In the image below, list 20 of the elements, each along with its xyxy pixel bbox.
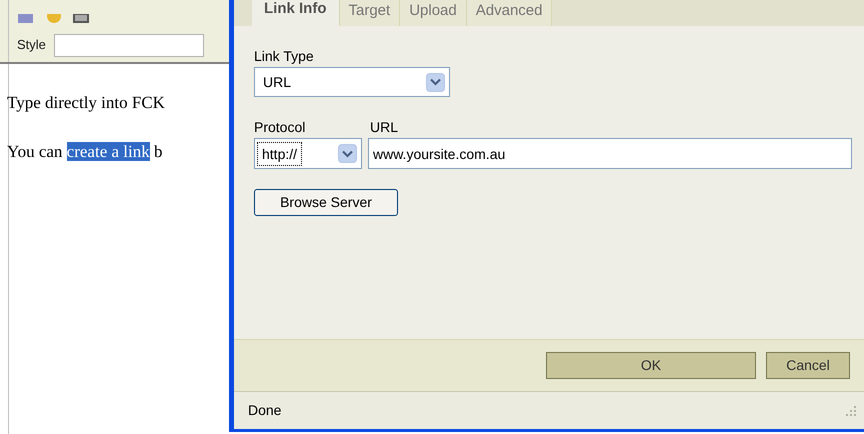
dialog-button[interactable]: OK (546, 352, 756, 379)
url-label: URL (369, 118, 400, 137)
tab[interactable]: Upload (400, 0, 467, 26)
style-field[interactable] (54, 34, 204, 56)
style-label: Style (17, 36, 46, 54)
tab[interactable]: Advanced (466, 0, 552, 26)
tab[interactable]: Link Info (252, 0, 340, 26)
tab[interactable]: Target (340, 0, 400, 26)
paragraph: Type directly into FCK (7, 92, 166, 114)
resize-grip-icon[interactable] (844, 404, 858, 418)
link-type-select[interactable]: URL (254, 67, 450, 97)
protocol-label: Protocol (254, 118, 306, 137)
browse-server-button[interactable]: Browse Server (254, 189, 398, 216)
link-type-label: Link Type (254, 47, 315, 66)
image-icon[interactable] (73, 14, 89, 24)
paragraph: You can create a link b (7, 140, 164, 162)
status-text: Done (248, 401, 282, 420)
url-field[interactable]: www.yoursite.com.au (368, 138, 852, 169)
protocol-select[interactable]: http:// (254, 138, 362, 169)
dialog-button[interactable]: Cancel (766, 352, 850, 379)
